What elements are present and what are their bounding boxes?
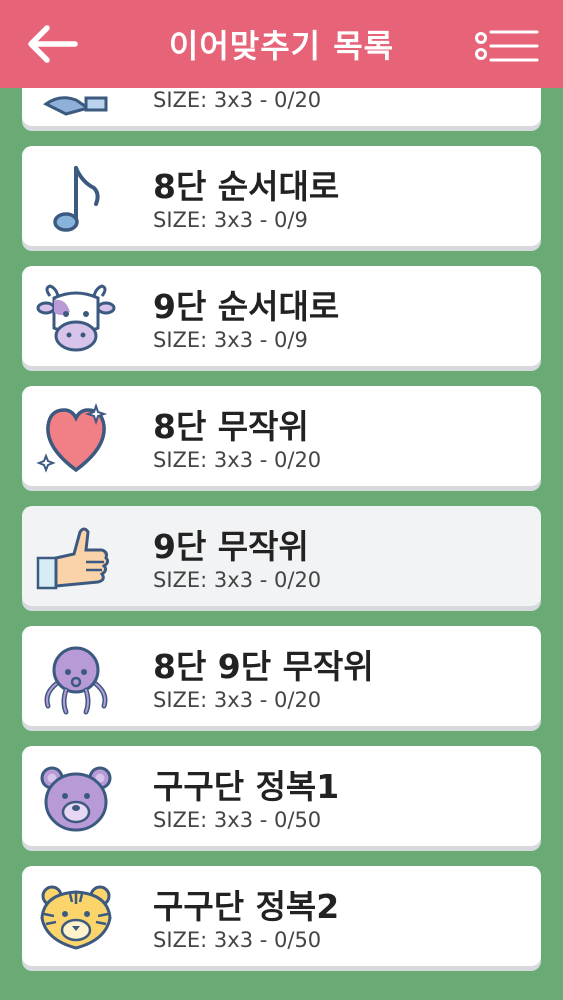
app-header: 이어맞추기 목록: [0, 0, 563, 88]
level-name: 9단 순서대로: [153, 287, 340, 326]
level-card[interactable]: 8단 순서대로 SIZE: 3x3 - 0/9: [22, 146, 541, 246]
menu-button[interactable]: [473, 20, 541, 72]
thumbs-up-icon: [36, 518, 116, 598]
tiger-icon: [36, 878, 116, 958]
level-size: SIZE: 3x3 - 0/50: [153, 808, 322, 832]
level-size: SIZE: 3x3 - 0/20: [153, 688, 322, 712]
level-card[interactable]: 8단 9단 무작위 SIZE: 3x3 - 0/20: [22, 626, 541, 726]
level-size: SIZE: 3x3 - 0/9: [153, 208, 308, 232]
cow-icon: [36, 278, 116, 358]
cut-off-icon: [36, 88, 116, 118]
list-menu-icon: [475, 30, 539, 62]
level-card[interactable]: 9단 순서대로 SIZE: 3x3 - 0/9: [22, 266, 541, 366]
level-name: 9단 무작위: [153, 527, 309, 566]
level-size: SIZE: 3x3 - 0/20: [153, 448, 322, 472]
level-name: 구구단 정복2: [153, 887, 340, 926]
level-card[interactable]: SIZE: 3x3 - 0/20: [22, 88, 541, 126]
level-name: 8단 9단 무작위: [153, 647, 374, 686]
level-size: SIZE: 3x3 - 0/20: [153, 568, 322, 592]
back-button[interactable]: [22, 18, 82, 70]
level-size: SIZE: 3x3 - 0/9: [153, 328, 308, 352]
level-name: 8단 무작위: [153, 407, 309, 446]
page-title: 이어맞추기 목록: [168, 27, 395, 65]
bear-icon: [36, 758, 116, 838]
level-size: SIZE: 3x3 - 0/20: [153, 88, 322, 112]
level-card[interactable]: 구구단 정복1 SIZE: 3x3 - 0/50: [22, 746, 541, 846]
level-list[interactable]: SIZE: 3x3 - 0/20 8단 순서대로 SIZE: 3x3 - 0/9: [0, 88, 563, 1000]
level-name: 구구단 정복1: [153, 767, 340, 806]
music-note-icon: [36, 158, 116, 238]
level-card[interactable]: 8단 무작위 SIZE: 3x3 - 0/20: [22, 386, 541, 486]
heart-sparkle-icon: [36, 398, 116, 478]
octopus-icon: [36, 638, 116, 718]
level-name: 8단 순서대로: [153, 167, 340, 206]
level-card[interactable]: 9단 무작위 SIZE: 3x3 - 0/20: [22, 506, 541, 606]
level-size: SIZE: 3x3 - 0/50: [153, 928, 322, 952]
level-card[interactable]: 구구단 정복2 SIZE: 3x3 - 0/50: [22, 866, 541, 966]
arrow-left-icon: [28, 25, 78, 63]
